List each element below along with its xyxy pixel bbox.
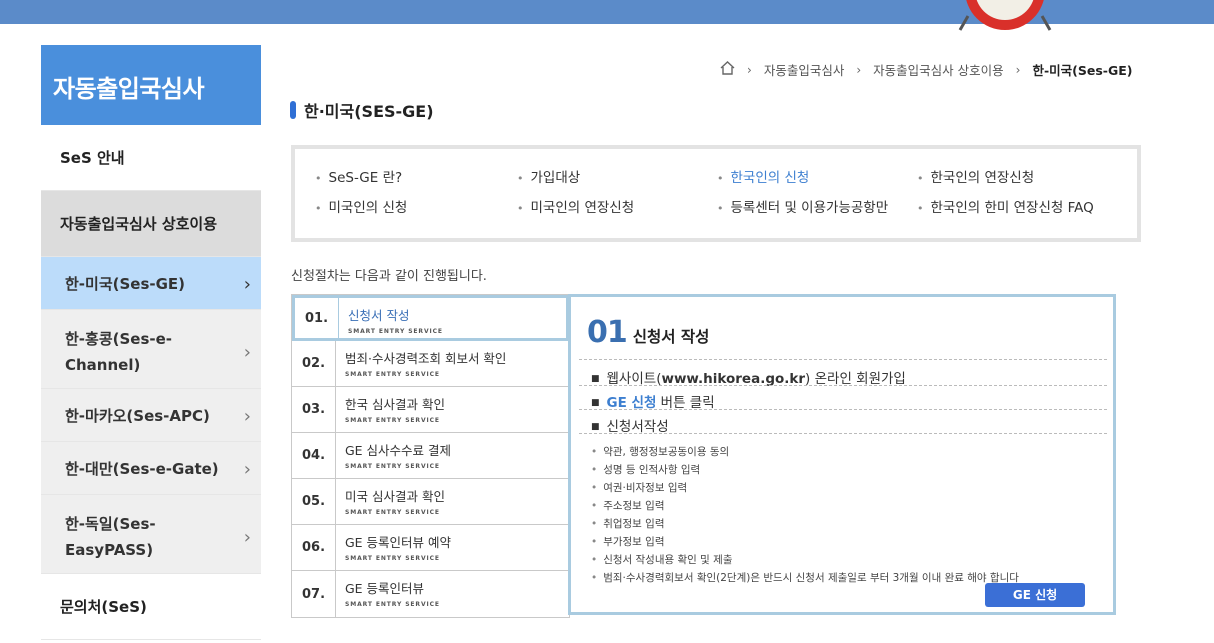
list-item: • 주소정보 입력 <box>591 500 665 512</box>
chevron-right-icon: › <box>243 459 251 480</box>
page-title-text: 한·미국(SES-GE) <box>304 102 434 121</box>
sidebar-item-germany[interactable]: 한-독일(Ses-EasyPASS) › <box>41 495 261 574</box>
list-item: • 성명 등 인적사항 입력 <box>591 464 701 476</box>
breadcrumb: › 자동출입국심사 › 자동출입국심사 상호이용 › 한-미국(Ses-GE) <box>720 60 1140 79</box>
list-item: • 약관, 행정정보공동이용 동의 <box>591 446 730 458</box>
chevron-right-icon: › <box>856 62 862 77</box>
sidebar-item-mutual-use[interactable]: 자동출입국심사 상호이용 <box>41 191 261 257</box>
step-item[interactable]: 07. GE 등록인터뷰 SMART ENTRY SERVICE <box>292 571 569 617</box>
breadcrumb-item[interactable]: 자동출입국심사 <box>764 60 845 79</box>
chevron-right-icon: › <box>243 342 251 363</box>
chevron-right-icon: › <box>243 406 251 427</box>
sidebar-item-contact[interactable]: 문의처(SeS) <box>41 574 261 640</box>
breadcrumb-item[interactable]: 자동출입국심사 상호이용 <box>873 60 1003 79</box>
step-item[interactable]: 03. 한국 심사결과 확인 SMART ENTRY SERVICE <box>292 387 569 433</box>
breadcrumb-current: 한-미국(Ses-GE) <box>1032 63 1133 78</box>
ge-apply-button[interactable]: GE 신청 <box>985 583 1085 607</box>
step-item[interactable]: 01. 신청서 작성 SMART ENTRY SERVICE <box>292 295 569 341</box>
chevron-right-icon: › <box>1015 62 1021 77</box>
dashed-divider <box>579 385 1107 386</box>
detail-heading: 01 신청서 작성 <box>587 315 709 350</box>
detail-item: ■ 웹사이트(www.hikorea.go.kr) 온라인 회원가입 <box>591 371 906 387</box>
step-item[interactable]: 04. GE 심사수수료 결제 SMART ENTRY SERVICE <box>292 433 569 479</box>
sidebar-item-hongkong[interactable]: 한-홍콩(Ses-e-Channel) › <box>41 310 261 389</box>
step-detail-panel: 01 신청서 작성 ■ 웹사이트(www.hikorea.go.kr) 온라인 회… <box>568 294 1116 615</box>
chevron-right-icon: › <box>243 527 251 548</box>
tab-ses-ge-about[interactable]: • SeS-GE 란? <box>315 166 517 186</box>
list-item: • 부가정보 입력 <box>591 536 665 548</box>
detail-step-title: 신청서 작성 <box>632 328 710 346</box>
sidebar: 자동출입국심사 SeS 안내 자동출입국심사 상호이용 한-미국(Ses-GE)… <box>41 45 261 640</box>
detail-step-number: 01 <box>587 315 628 350</box>
sidebar-item-taiwan[interactable]: 한-대만(Ses-e-Gate) › <box>41 442 261 495</box>
chevron-right-icon: › <box>747 62 752 77</box>
tab-registration-centers[interactable]: • 등록센터 및 이용가능공항만 <box>717 196 917 216</box>
sub-tab-box: • SeS-GE 란? • 가입대상 • 한국인의 신청 • 한국인의 연장신청 • 미국… <box>291 145 1141 242</box>
chevron-right-icon: › <box>243 274 251 295</box>
tab-american-renewal[interactable]: • 미국인의 연장신청 <box>517 196 717 216</box>
step-item[interactable]: 06. GE 등록인터뷰 예약 SMART ENTRY SERVICE <box>292 525 569 571</box>
list-item: • 신청서 작성내용 확인 및 제출 <box>591 554 733 566</box>
intro-text: 신청절차는 다음과 같이 진행됩니다. <box>291 269 487 284</box>
list-item: • 취업정보 입력 <box>591 518 665 530</box>
detail-item: ■ 신청서작성 <box>591 419 669 435</box>
sidebar-title: 자동출입국심사 <box>41 45 261 125</box>
sidebar-item-usa[interactable]: 한-미국(Ses-GE) › <box>41 257 261 310</box>
title-marker <box>290 101 296 119</box>
sidebar-item-macau[interactable]: 한-마카오(Ses-APC) › <box>41 389 261 442</box>
tab-korean-renewal[interactable]: • 한국인의 연장신청 <box>917 166 1137 186</box>
home-icon[interactable] <box>720 61 735 78</box>
sidebar-item-ses-info[interactable]: SeS 안내 <box>41 125 261 191</box>
list-item: • 범죄·수사경력회보서 확인(2단계)은 반드시 신청서 제출일로 부터 3개월… <box>591 572 1019 584</box>
dashed-divider <box>579 409 1107 410</box>
tab-american-application[interactable]: • 미국인의 신청 <box>315 196 517 216</box>
tab-korean-application[interactable]: • 한국인의 신청 <box>717 166 917 186</box>
detail-sublist: • 약관, 행정정보공동이용 동의 • 성명 등 인적사항 입력 • 여권·비자정보 … <box>591 443 1019 587</box>
page-title: 한·미국(SES-GE) <box>290 98 434 122</box>
step-item[interactable]: 02. 범죄·수사경력조회 회보서 확인 SMART ENTRY SERVICE <box>292 341 569 387</box>
tab-eligibility[interactable]: • 가입대상 <box>517 166 717 186</box>
step-item[interactable]: 05. 미국 심사결과 확인 SMART ENTRY SERVICE <box>292 479 569 525</box>
detail-item: ■ GE 신청 버튼 클릭 <box>591 395 715 411</box>
list-item: • 여권·비자정보 입력 <box>591 482 688 494</box>
dashed-divider <box>579 359 1107 360</box>
tab-renewal-faq[interactable]: • 한국인의 한미 연장신청 FAQ <box>917 196 1137 216</box>
alarm-clock-icon <box>950 0 1060 40</box>
dashed-divider <box>579 433 1107 434</box>
step-list: 01. 신청서 작성 SMART ENTRY SERVICE 02. 범죄·수사경… <box>291 294 570 618</box>
